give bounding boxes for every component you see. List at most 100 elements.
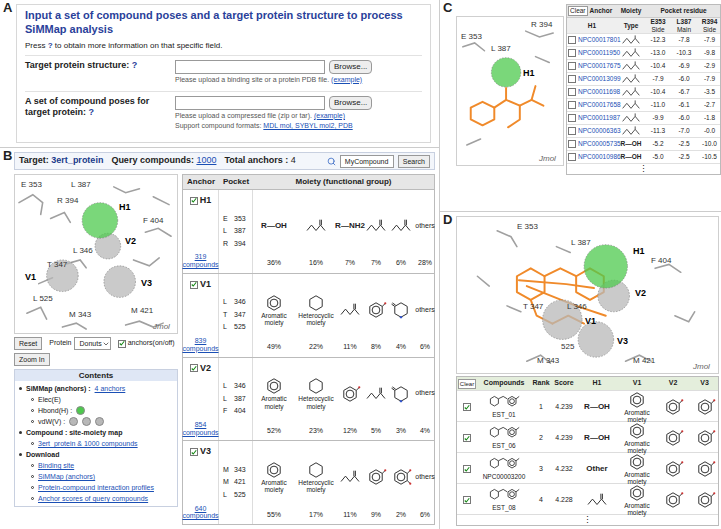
contents-link[interactable]: 3ert_protein & 1000 compounds [38,438,138,449]
ranking-table: ClearCompoundsRankScoreH1V1V2V3EST_0114.… [456,376,719,526]
moiety-structure: Aromatic moiety [253,461,295,493]
contents-subitem: Protein-compound interaction profiles [31,482,173,493]
anchor-checkbox[interactable] [190,364,198,372]
moiety-item: R—OH36% [253,190,295,273]
jmol-viewer[interactable]: E 353L 387R 394F 404L 346T 347L 525M 343… [14,174,178,334]
ranking-viewer[interactable]: E 353L 387F 404T 347L 346M 343M 421525H1… [456,216,719,374]
file-input[interactable] [175,96,325,110]
contents-link[interactable]: SiMMap (anchors) [38,471,95,482]
compound-checkbox[interactable] [568,101,576,109]
compounds-link[interactable]: 319 compounds [182,253,218,268]
compound-name[interactable]: NPC00003200 [483,472,526,482]
residue-label: E 353 [517,223,538,231]
column-header: Rank [531,378,551,389]
compound-checkbox[interactable] [463,434,471,442]
anchor-sphere-icon [76,406,85,415]
compound-checkbox[interactable] [463,403,471,411]
compound-link[interactable]: NPC00011950 [578,48,620,58]
residue-label: M 343 [69,311,91,319]
compounds-link[interactable]: 640 compounds [182,505,218,520]
moiety-cell [689,460,720,478]
residue-label: R 394 [57,197,78,205]
zoom-button[interactable]: Zoom In [14,353,50,366]
moiety-structure: Aromatic moiety [617,484,657,516]
example-link[interactable]: (example) [314,112,345,119]
pocket-residue: L387 [223,226,248,237]
compound-checkbox[interactable] [568,36,576,44]
contents-link[interactable]: 4 anchors [95,383,126,394]
compound-checkbox[interactable] [568,88,576,96]
compound-link[interactable]: NPC00017675 [578,61,621,71]
contents-link[interactable]: Anchor scores of query compounds [38,493,148,504]
example-link[interactable]: (example) [331,76,362,83]
moiety-item: others4% [413,358,437,441]
query-link[interactable]: 1000 [196,155,216,165]
phenol-icon [662,460,684,478]
moiety-item: 9% [363,441,389,524]
compounds-link[interactable]: 854 compounds [182,421,218,436]
compound-name[interactable]: EST_08 [492,503,516,513]
anchor-label: H1 [633,247,645,256]
compound-link[interactable]: NPC00010986 [578,152,621,162]
clear-button[interactable]: Clear [458,379,476,389]
more-rows: ⋮ [457,514,718,525]
moiety-others: others [415,388,434,399]
compound-checkbox[interactable] [568,153,576,161]
compound-link[interactable]: NPC00006363 [578,126,621,136]
reset-button[interactable]: Reset [14,337,42,350]
clear-button[interactable]: Clear [568,6,588,16]
residue-label: L 346 [73,247,93,255]
anchor-table: AnchorPocketMoiety (functional group)H13… [182,174,435,525]
protein-select[interactable]: Donuts [74,337,110,350]
compound-link[interactable]: NPC00017801 [578,35,621,45]
compound-link[interactable]: NPC00011698 [578,87,620,97]
contents-subitem: Anchor scores of query compounds [31,493,173,504]
compound-name[interactable]: EST_01 [492,410,516,420]
compound-structure-icon [484,425,524,441]
benzene-icon [626,391,648,409]
compound-checkbox[interactable] [568,62,576,70]
compound-structure-icon [484,456,524,472]
compound-name[interactable]: EST_06 [492,441,516,451]
formats-link[interactable]: MDL mol, SYBYL mol2, PDB [263,122,352,129]
help-button[interactable]: ? [89,107,95,117]
profile-panel: CR 394E 353L 387H1JmolClearAnchorMoietyP… [440,0,721,212]
compound-checkbox[interactable] [568,114,576,122]
compound-link[interactable]: NPC00017658 [578,100,621,110]
search-field[interactable]: MyCompound [340,155,394,168]
compound-link[interactable]: NPC00005735 [578,139,621,149]
anchors-checkbox[interactable] [118,340,126,348]
browse-button[interactable]: Browse... [329,60,372,74]
form-title: Input a set of compound poses and a targ… [25,9,422,37]
moiety-structure: Heterocyclic moiety [295,377,337,409]
compound-checkbox[interactable] [568,49,576,57]
chain-icon [621,61,641,71]
compound-checkbox[interactable] [568,140,576,148]
help-button[interactable]: ? [132,60,138,70]
anchor-checkbox[interactable] [190,281,198,289]
file-input[interactable] [175,60,325,74]
contents-link[interactable]: Binding site [38,460,74,471]
compound-checkbox[interactable] [463,465,471,473]
compounds-link[interactable]: 839 compounds [182,337,218,352]
anchor-checkbox[interactable] [190,197,198,205]
search-button[interactable]: Search [398,155,430,168]
contents-link[interactable]: Protein-compound interaction profiles [38,482,154,493]
browse-button[interactable]: Browse... [329,96,372,110]
compound-link[interactable]: NPC00013099 [578,74,621,84]
compound-link[interactable]: NPC00011987 [578,113,620,123]
anchor-row: H1319 compoundsE353L387R394R—OH36%16%R—N… [183,189,434,273]
compound-checkbox[interactable] [568,127,576,135]
moiety-others: others [415,305,434,316]
moiety-cell: R—OH [577,432,617,444]
moiety-item: 11% [337,441,363,524]
anchor-checkbox[interactable] [190,448,198,456]
profile-row: NPC00011698-10.4-6.7-3.5 [567,85,720,98]
column-header: Moiety (functional group) [253,176,434,188]
compound-checkbox[interactable] [568,75,576,83]
anchor-viewer[interactable]: R 394E 353L 387H1Jmol [456,16,564,166]
form-field: Target protein structure: ?Browse...Plea… [25,55,422,88]
compound-checkbox[interactable] [463,496,471,504]
column-header: Score [551,378,577,389]
moiety-structure [305,217,327,235]
